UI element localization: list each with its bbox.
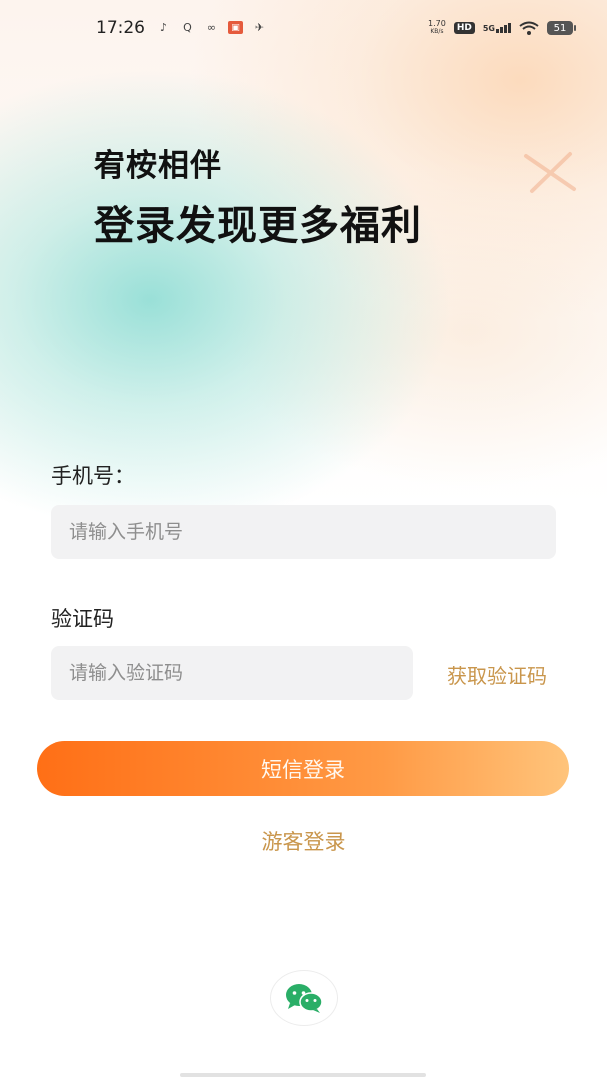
system-status-icons: 1.70 KB/s HD 5G 51 (428, 20, 576, 36)
status-bar: 17:26 ♪ Q ∞ ▣ ✈ 1.70 KB/s HD 5G 51 (0, 0, 607, 60)
code-label: 验证码 (51, 607, 114, 631)
wifi-icon (519, 21, 539, 35)
battery-icon: 51 (547, 21, 576, 35)
battery-level: 51 (553, 22, 567, 34)
notification-news-icon: ▣ (228, 21, 243, 34)
phone-label: 手机号： (51, 464, 135, 488)
sparkle-decoration (524, 152, 576, 193)
app-name: 宥桉相伴 (94, 148, 222, 184)
notification-link-icon: ∞ (206, 21, 217, 34)
wechat-login-button[interactable] (270, 970, 338, 1026)
signal-icon: 5G (483, 23, 511, 33)
notification-bird-icon: ✈ (254, 21, 265, 34)
network-type: 5G (482, 24, 495, 33)
welcome-heading: 宥桉相伴 登录发现更多福利 (94, 140, 422, 251)
wechat-icon (286, 984, 323, 1013)
notification-qq-icon: Q (183, 21, 192, 34)
code-input[interactable] (51, 646, 413, 700)
status-time: 17:26 (96, 18, 145, 38)
sms-login-button[interactable]: 短信登录 (37, 741, 569, 796)
notification-icons: ♪ Q ∞ ▣ ✈ (156, 21, 267, 34)
get-code-button[interactable]: 获取验证码 (447, 660, 547, 689)
network-speed-unit: KB/s (430, 28, 444, 35)
network-speed: 1.70 KB/s (428, 20, 446, 36)
home-indicator (180, 1073, 426, 1077)
page-title: 登录发现更多福利 (94, 203, 422, 249)
network-speed-value: 1.70 (428, 19, 446, 28)
notification-app-icon: ♪ (159, 21, 168, 34)
guest-login-link[interactable]: 游客登录 (0, 826, 607, 856)
phone-input[interactable] (51, 505, 556, 559)
hd-icon: HD (453, 22, 475, 34)
